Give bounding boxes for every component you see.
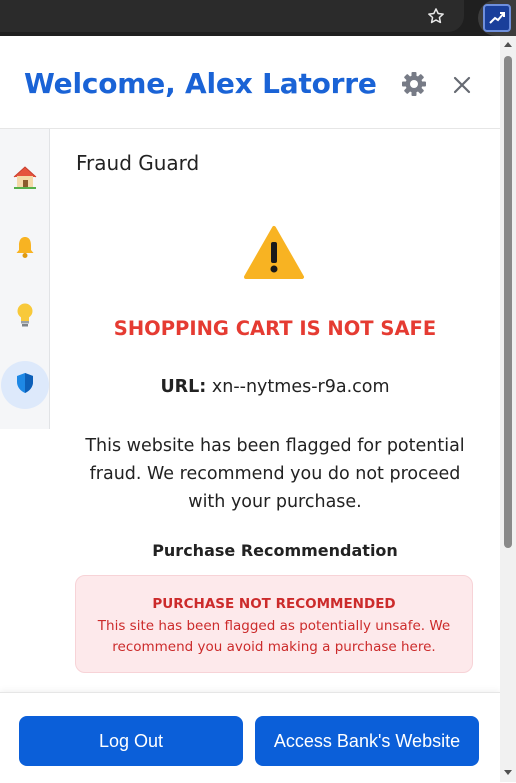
url-line: URL: xn--nytmes-r9a.com [50,377,500,397]
recommendation-status: PURCHASE NOT RECOMMENDED [152,596,396,612]
scroll-up-arrow-icon[interactable] [504,42,512,47]
recommendation-alert: PURCHASE NOT RECOMMENDED This site has b… [75,575,473,673]
sidebar-item-tips[interactable] [0,292,49,342]
close-icon[interactable] [451,74,473,96]
panel-header: Welcome, Alex Latorre [0,36,500,129]
fraud-description: This website has been flagged for potent… [85,436,465,512]
footer-bar: Log Out Access Bank's Website [0,692,500,783]
trending-up-icon [483,4,511,32]
gear-icon[interactable] [400,70,428,98]
active-indicator [0,361,49,409]
sidebar-item-fraud-guard[interactable] [0,360,49,410]
address-bar-edge [0,0,464,32]
url-label: URL: [160,377,207,397]
extension-button[interactable] [478,0,516,36]
access-bank-button[interactable]: Access Bank's Website [255,716,479,766]
sidebar-item-home[interactable] [0,154,49,204]
warning-triangle-icon [243,225,305,281]
recommendation-title: Purchase Recommendation [152,541,398,560]
alert-title: SHOPPING CART IS NOT SAFE [113,317,437,340]
star-outline-icon[interactable] [424,4,448,28]
lightbulb-icon [14,302,36,332]
sidebar [0,129,50,429]
page-title: Welcome, Alex Latorre [24,67,377,100]
section-title: Fraud Guard [76,151,200,175]
scrollbar[interactable] [500,36,516,782]
browser-toolbar [0,0,516,36]
shield-icon [15,372,35,398]
url-value: xn--nytmes-r9a.com [211,377,390,397]
scrollbar-thumb[interactable] [504,56,512,548]
sidebar-item-notifications[interactable] [0,224,49,274]
scroll-down-arrow-icon[interactable] [504,770,512,775]
house-icon [12,165,38,193]
recommendation-body: This site has been flagged as potentiall… [97,618,451,655]
bell-icon [13,235,37,263]
logout-button[interactable]: Log Out [19,716,243,766]
